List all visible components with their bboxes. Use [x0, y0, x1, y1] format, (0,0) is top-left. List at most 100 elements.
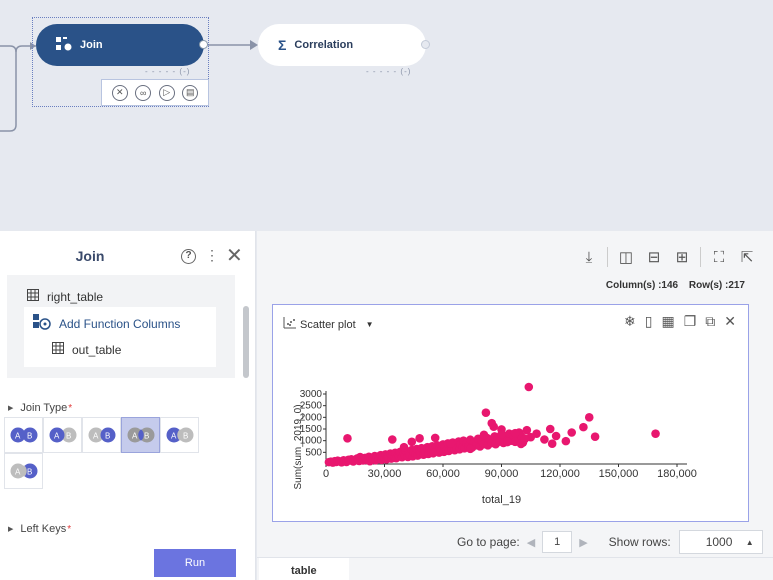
- left-keys-section[interactable]: ▶ Left Keys *: [8, 523, 71, 535]
- svg-text:A: A: [132, 432, 138, 441]
- show-rows-label: Show rows:: [608, 535, 671, 549]
- open-external-icon[interactable]: ⇱: [733, 248, 761, 266]
- scatter-point: [430, 433, 440, 443]
- scatter-point: [567, 428, 576, 437]
- download-icon[interactable]: ⤓: [575, 249, 603, 266]
- tree-item-input-table[interactable]: right_table: [27, 289, 103, 304]
- snowflake-settings-icon[interactable]: ❄: [624, 313, 636, 330]
- close-chart-icon[interactable]: ✕: [724, 313, 736, 330]
- rows-per-page-select[interactable]: 1000 ▲: [678, 530, 763, 554]
- scatter-point: [520, 434, 530, 444]
- scatter-point: [540, 435, 549, 444]
- join-type-inner[interactable]: AB: [121, 417, 160, 453]
- svg-text:A: A: [93, 432, 99, 441]
- split-vertical-icon[interactable]: ◫: [612, 248, 640, 266]
- column-count: Column(s) :146: [605, 280, 679, 291]
- x-tick-label: 0: [323, 468, 329, 480]
- scatter-point: [466, 444, 475, 454]
- x-tick-label: 150,000: [599, 468, 639, 480]
- svg-text:B: B: [183, 432, 188, 441]
- toolbar-divider: [700, 247, 701, 267]
- join-type-right-only[interactable]: AB: [4, 453, 43, 489]
- chart-type-dropdown[interactable]: Scatter plot ▼: [283, 317, 374, 332]
- function-join-icon: [33, 314, 51, 333]
- scatter-plot-icon: [283, 317, 296, 332]
- scatter-point: [579, 422, 588, 432]
- toolbar-divider: [607, 247, 608, 267]
- split-horizontal-icon[interactable]: ⊟: [640, 248, 668, 266]
- fullscreen-icon[interactable]: ⛶: [705, 249, 733, 266]
- join-type-full-outer[interactable]: AB: [4, 417, 43, 453]
- x-tick-label: 120,000: [540, 468, 580, 480]
- run-node-icon[interactable]: ▷: [158, 84, 175, 101]
- chart-type-label: Scatter plot: [300, 318, 356, 331]
- join-type-right-outer[interactable]: AB: [82, 417, 121, 453]
- duplicate-chart-icon[interactable]: ⧉: [705, 313, 715, 330]
- prev-page-icon[interactable]: ◀: [527, 536, 535, 549]
- required-marker: *: [67, 523, 72, 535]
- correlation-node-status: - - - - - (-): [366, 67, 412, 76]
- table-icon: [27, 289, 39, 304]
- workflow-canvas[interactable]: Join - - - - - (-) Σ Correlation - - - -…: [0, 0, 773, 230]
- x-tick-label: 180,000: [657, 468, 697, 480]
- scatter-point: [343, 434, 352, 443]
- more-options-icon[interactable]: ⋮: [205, 247, 220, 264]
- scatter-chart[interactable]: 0 30,000 60,000 90,000 120,000 150,000 180,000…: [273, 305, 750, 523]
- scatter-point: [388, 435, 397, 444]
- next-page-icon[interactable]: ▶: [579, 536, 587, 549]
- svg-text:B: B: [144, 432, 149, 441]
- link-node-icon[interactable]: ∞: [135, 84, 152, 101]
- svg-text:A: A: [15, 432, 21, 441]
- correlation-node[interactable]: Σ Correlation: [258, 24, 430, 66]
- add-chart-icon[interactable]: ▯: [645, 313, 653, 330]
- x-tick-label: 60,000: [426, 468, 460, 480]
- tree-item-function[interactable]: Add Function Columns: [33, 314, 180, 333]
- scatter-point: [446, 439, 456, 448]
- scatter-point: [551, 431, 561, 441]
- y-axis-label: Sum(sum_2019_0): [293, 404, 304, 489]
- close-icon[interactable]: ✕: [226, 243, 243, 268]
- left-keys-label: Left Keys: [20, 523, 67, 535]
- join-node-label: Join: [80, 39, 103, 51]
- tree-function-group: Add Function Columns out_table: [24, 307, 216, 367]
- data-table-icon[interactable]: ▦: [661, 313, 674, 330]
- scatter-point: [561, 436, 571, 446]
- join-type-left-outer[interactable]: AB: [43, 417, 82, 453]
- join-icon: [56, 36, 72, 54]
- scatter-point: [532, 429, 541, 438]
- table-icon: [52, 342, 64, 357]
- run-button[interactable]: Run: [154, 549, 236, 577]
- tab-table[interactable]: table: [259, 558, 349, 580]
- svg-text:B: B: [27, 432, 32, 441]
- svg-text:A: A: [15, 468, 21, 477]
- delete-node-icon[interactable]: ✕: [111, 84, 128, 101]
- scatter-point: [584, 413, 594, 422]
- grid-layout-icon[interactable]: ⊞: [668, 248, 696, 266]
- row-count: Row(s) :217: [688, 280, 745, 291]
- correlation-output-port[interactable]: [421, 40, 430, 49]
- scatter-point: [487, 418, 497, 428]
- join-type-left-only[interactable]: AB: [160, 417, 199, 453]
- help-icon[interactable]: ?: [181, 249, 196, 264]
- join-node[interactable]: Join: [36, 24, 208, 66]
- results-toolbar: ⤓ ◫ ⊟ ⊞ ⛶ ⇱: [575, 247, 761, 267]
- join-output-port[interactable]: [199, 40, 208, 49]
- svg-text:B: B: [27, 468, 32, 477]
- copy-chart-icon[interactable]: ❐: [684, 313, 697, 330]
- scatter-point: [503, 437, 512, 447]
- page-input[interactable]: 1: [542, 531, 573, 553]
- x-tick-label: 30,000: [368, 468, 402, 480]
- go-to-page-label: Go to page:: [457, 535, 520, 549]
- y-tick-label: 500: [305, 447, 322, 458]
- join-type-section[interactable]: ▶ Join Type *: [8, 402, 72, 414]
- scatter-point: [479, 430, 489, 440]
- scatter-point: [510, 428, 520, 438]
- tree-item-output-table[interactable]: out_table: [52, 342, 121, 357]
- x-tick-label: 90,000: [485, 468, 519, 480]
- panel-scrollbar[interactable]: [243, 306, 249, 378]
- svg-text:B: B: [66, 432, 71, 441]
- copy-node-icon[interactable]: ▤: [182, 84, 199, 101]
- tree-item-label: right_table: [47, 289, 104, 304]
- pagination: Go to page: ◀ 1 ▶ Show rows: 1000 ▲: [457, 530, 763, 554]
- chart-card: 0 30,000 60,000 90,000 120,000 150,000 180,000…: [272, 304, 749, 522]
